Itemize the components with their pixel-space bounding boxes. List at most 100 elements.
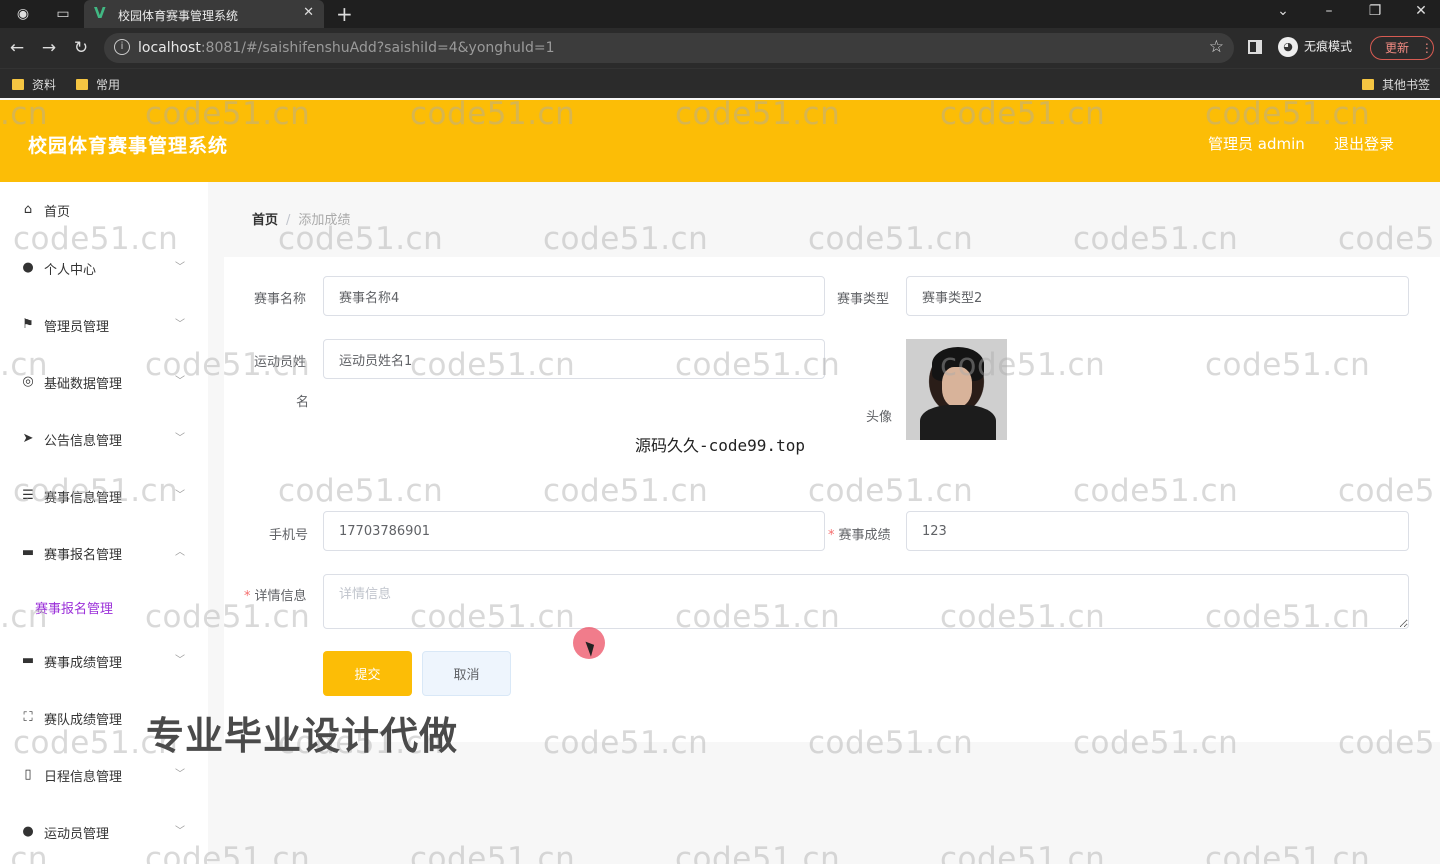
info-icon[interactable]: i (114, 39, 130, 55)
settings-icon: ◎ (22, 374, 34, 389)
minimize-icon[interactable]: – (1314, 3, 1344, 19)
url-bar[interactable]: i localhost:8081/#/saishifenshuAdd?saish… (104, 33, 1234, 63)
update-button[interactable]: 更新 ⋮ (1370, 36, 1434, 60)
sidebar-item-basic-data[interactable]: ◎ 基础数据管理 ﹀ (0, 362, 208, 402)
required-mark: * (244, 589, 251, 604)
sidebar-item-label: 基础数据管理 (44, 377, 123, 392)
close-tab-icon[interactable]: ✕ (303, 5, 314, 20)
new-tab-icon[interactable]: + (336, 2, 353, 26)
watermark: code51.cn (1073, 221, 1239, 257)
sidebar-item-label: 赛事报名管理 (44, 548, 123, 563)
vue-icon: V (94, 4, 106, 22)
bookmark-folder[interactable]: 常用 (76, 76, 120, 93)
event-type-input[interactable] (906, 276, 1409, 316)
flag-icon: ⚑ (22, 317, 34, 332)
chevron-down-icon: ﹀ (175, 262, 185, 273)
other-bookmarks-label: 其他书签 (1382, 78, 1431, 92)
sidebar-item-registrations[interactable]: ▬ 赛事报名管理 ︿ (0, 533, 208, 573)
event-name-label: 赛事名称 (254, 292, 307, 307)
incognito-indicator[interactable]: ◕ 无痕模式 (1278, 37, 1352, 59)
detail-label: * 详情信息 (244, 585, 307, 604)
athlete-name-input[interactable] (323, 339, 825, 379)
sidebar-item-label: 个人中心 (44, 263, 97, 278)
close-window-icon[interactable]: ✕ (1406, 3, 1436, 19)
sidebar-item-admins[interactable]: ⚑ 管理员管理 ﹀ (0, 305, 208, 345)
athlete-name-label-cont: 名 (296, 395, 310, 410)
browser-menu-icon[interactable]: ◉ (12, 4, 34, 24)
fullscreen-icon: ⛶ (23, 710, 33, 725)
update-label: 更新 (1385, 41, 1410, 55)
pin-icon: ● (22, 824, 34, 839)
browser-tab[interactable]: V 校园体育赛事管理系统 ✕ (84, 0, 324, 28)
sidebar-item-profile[interactable]: ● 个人中心 ﹀ (0, 248, 208, 288)
submit-button[interactable]: 提交 (323, 651, 412, 696)
breadcrumb: 首页 / 添加成绩 (252, 209, 350, 228)
sidebar-item-home[interactable]: ⌂ 首页 (0, 190, 208, 230)
breadcrumb-home[interactable]: 首页 (252, 213, 278, 228)
sidebar-subitem-registrations[interactable]: 赛事报名管理 (35, 598, 113, 617)
athlete-name-label: 运动员姓 (254, 355, 307, 370)
sidebar-item-announcements[interactable]: ➤ 公告信息管理 ﹀ (0, 419, 208, 459)
bookmark-star-icon[interactable]: ☆ (1209, 37, 1224, 57)
avatar-body (920, 405, 996, 440)
tab-list-icon[interactable]: ▭ (52, 4, 74, 24)
chevron-up-icon: ︿ (175, 547, 185, 558)
browser-tabbar: ◉ ▭ V 校园体育赛事管理系统 ✕ + ⌄ – ❐ ✕ (0, 0, 1440, 28)
forward-icon[interactable]: → (38, 37, 60, 59)
code99-watermark: 源码久久-code99.top (635, 436, 805, 455)
watermark: code51.cn (808, 221, 974, 257)
sidebar-item-label: 首页 (44, 205, 71, 220)
other-bookmarks[interactable]: 其他书签 (1362, 76, 1430, 93)
folder-icon (12, 79, 24, 90)
logout-link[interactable]: 退出登录 (1334, 133, 1394, 154)
sidebar-item-event-scores[interactable]: ▬ 赛事成绩管理 ﹀ (0, 641, 208, 681)
watermark: code5 (1338, 221, 1435, 257)
send-icon: ➤ (22, 431, 34, 446)
event-name-input[interactable] (323, 276, 825, 316)
detail-label-text: 详情信息 (254, 589, 307, 604)
chevron-down-icon: ﹀ (175, 769, 185, 780)
incognito-icon: ◕ (1278, 37, 1298, 57)
app-title: 校园体育赛事管理系统 (28, 135, 229, 157)
restore-icon[interactable]: ❐ (1360, 3, 1390, 19)
bookmark-label: 常用 (96, 78, 121, 92)
sidebar-item-label: 日程信息管理 (44, 770, 123, 785)
avatar-image (906, 339, 1007, 440)
score-label: * 赛事成绩 (828, 524, 891, 543)
sidebar-item-events[interactable]: ☰ 赛事信息管理 ﹀ (0, 476, 208, 516)
phone-label: 手机号 (269, 528, 309, 543)
sidebar-item-schedule[interactable]: ▯ 日程信息管理 ﹀ (0, 755, 208, 795)
bookmark-folder[interactable]: 资料 (12, 76, 56, 93)
chevron-down-icon[interactable]: ⌄ (1268, 3, 1298, 19)
sidebar-item-athletes[interactable]: ● 运动员管理 ﹀ (0, 812, 208, 852)
chevron-down-icon: ﹀ (175, 319, 185, 330)
incognito-label: 无痕模式 (1304, 39, 1353, 54)
chevron-down-icon: ﹀ (175, 490, 185, 501)
breadcrumb-separator: / (286, 213, 291, 228)
score-input[interactable] (906, 511, 1409, 551)
chevron-down-icon: ﹀ (175, 826, 185, 837)
chevron-down-icon: ﹀ (175, 376, 185, 387)
phone-input[interactable] (323, 511, 825, 551)
reload-icon[interactable]: ↻ (70, 37, 92, 59)
sidebar-item-label: 赛事成绩管理 (44, 656, 123, 671)
chevron-down-icon: ﹀ (175, 655, 185, 666)
sidebar-item-label: 管理员管理 (44, 320, 110, 335)
current-user: 管理员 admin (1208, 135, 1305, 153)
back-icon[interactable]: ← (6, 37, 28, 59)
sidebar-item-label: 赛事信息管理 (44, 491, 123, 506)
side-panel-icon[interactable] (1248, 40, 1262, 54)
sidebar-item-label: 运动员管理 (44, 827, 110, 842)
url-host: localhost (138, 40, 201, 56)
watermark: code51.cn (675, 841, 841, 864)
watermark: code51.cn (410, 841, 576, 864)
phone-icon: ▯ (24, 767, 32, 782)
detail-textarea[interactable] (323, 574, 1409, 629)
url-path: :8081/#/saishifenshuAdd?saishiId=4&yongh… (200, 40, 555, 56)
home-icon: ⌂ (23, 202, 33, 217)
list-icon: ☰ (22, 488, 34, 503)
tab-title: 校园体育赛事管理系统 (118, 9, 239, 23)
watermark: code51.cn (1205, 841, 1371, 864)
cancel-button[interactable]: 取消 (422, 651, 511, 696)
bookmarks-bar: 资料 常用 其他书签 (0, 68, 1440, 98)
